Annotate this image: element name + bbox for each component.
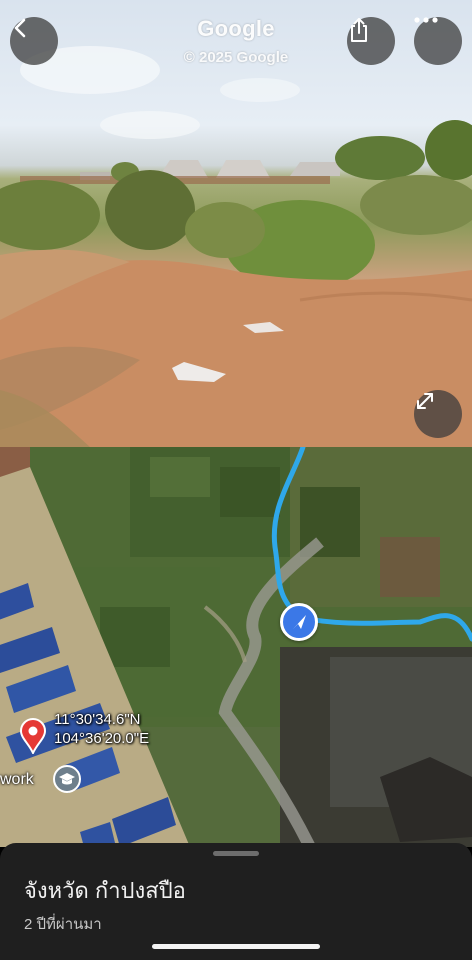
coordinates-label: 11°30'34.6"N 104°36'20.0"E <box>54 710 149 748</box>
share-icon <box>351 18 367 42</box>
navigation-arrow-icon <box>293 615 306 629</box>
place-label[interactable]: work <box>0 771 34 789</box>
bottom-sheet[interactable]: จังหวัด กำปงสปือ 2 ปีที่ผ่านมา <box>0 843 472 960</box>
location-name: จังหวัด กำปงสปือ <box>24 878 186 903</box>
street-view-panel[interactable]: Google © 2025 Google <box>0 0 472 447</box>
expand-button[interactable] <box>414 390 462 438</box>
current-location-marker[interactable] <box>280 603 318 641</box>
street-view-title: Google <box>197 16 275 41</box>
street-view-image <box>0 46 472 447</box>
copyright-text: © 2025 Google <box>183 49 289 66</box>
expand-icon <box>417 393 433 409</box>
share-button[interactable] <box>347 17 395 65</box>
place-marker[interactable] <box>53 765 81 793</box>
capture-date: 2 ปีที่ผ่านมา <box>24 916 102 933</box>
latitude-text: 11°30'34.6"N <box>54 711 141 728</box>
sheet-drag-handle[interactable] <box>213 851 259 856</box>
graduation-cap-icon <box>59 773 75 785</box>
more-horizontal-icon <box>414 17 438 23</box>
home-indicator[interactable] <box>152 944 320 949</box>
location-pin-icon[interactable] <box>19 718 47 754</box>
more-options-button[interactable] <box>414 17 462 65</box>
longitude-text: 104°36'20.0"E <box>54 730 150 747</box>
